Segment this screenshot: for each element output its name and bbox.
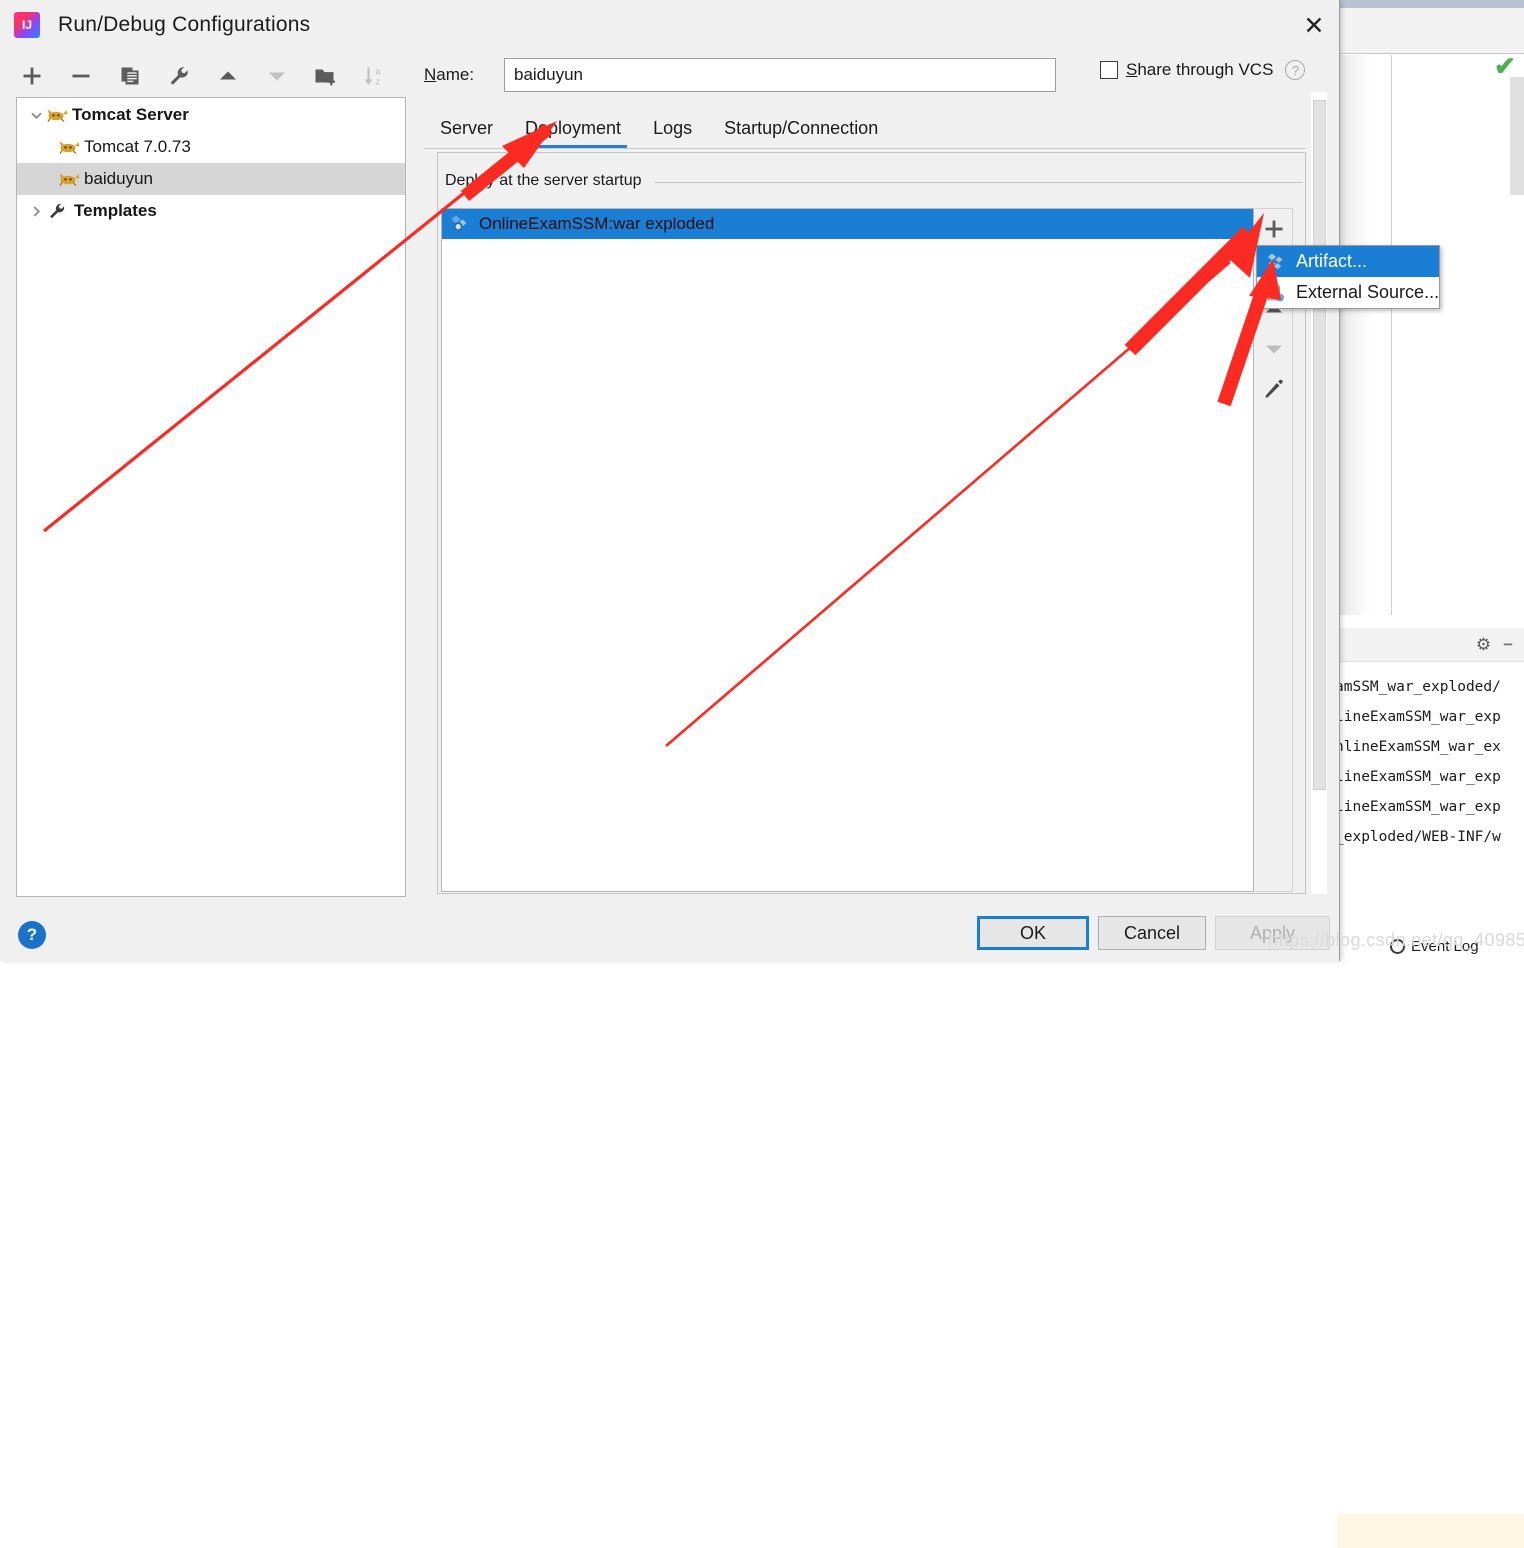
ide-scrollbar-thumb[interactable]	[1510, 77, 1524, 195]
copy-configuration-button[interactable]	[114, 60, 146, 92]
artifact-icon	[450, 214, 472, 234]
console-line: nlineExamSSM_war_ex	[1337, 732, 1524, 762]
deploy-at-startup-label: Deploy at the server startup	[440, 172, 647, 190]
ok-button[interactable]: OK	[977, 916, 1089, 950]
tabs-divider	[424, 148, 1306, 149]
ide-editor-pane-left	[1340, 55, 1392, 615]
console-line: _exploded/WEB-INF/w	[1337, 822, 1524, 852]
list-item-label: OnlineExamSSM:war exploded	[479, 214, 714, 234]
svg-text:z: z	[376, 77, 381, 87]
tree-node-label: Templates	[74, 201, 157, 221]
move-down-button[interactable]	[261, 60, 293, 92]
sort-alphabetically-button[interactable]: a z	[359, 60, 391, 92]
menu-item-external-source[interactable]: External Source...	[1257, 277, 1439, 308]
ide-console-panel: ⚙ − amSSM_war_exploded/ lineExamSSM_war_…	[1336, 628, 1524, 961]
wrench-icon	[47, 202, 69, 220]
ide-console-notice-strip	[1337, 1514, 1524, 1548]
minimize-icon[interactable]: −	[1503, 635, 1513, 655]
console-line: amSSM_war_exploded/	[1337, 672, 1524, 702]
question-mark-icon[interactable]: ?	[1285, 60, 1305, 80]
deployment-artifacts-list[interactable]: OnlineExamSSM:war exploded	[441, 208, 1254, 892]
ide-editor-pane-right	[1393, 55, 1524, 615]
share-through-vcs-row: Share through VCS ?	[1100, 60, 1305, 80]
tree-node-baiduyun[interactable]: baiduyun	[17, 163, 405, 195]
close-icon[interactable]: ✕	[1288, 0, 1340, 50]
ide-console-header: ⚙ −	[1337, 628, 1524, 662]
chevron-down-icon[interactable]	[25, 109, 47, 122]
help-button[interactable]: ?	[18, 921, 46, 949]
ide-toolbar-band	[1336, 8, 1524, 54]
tree-node-label: Tomcat 7.0.73	[84, 137, 191, 157]
run-debug-configurations-dialog: Run/Debug Configurations ✕	[0, 0, 1340, 961]
ide-console-output: amSSM_war_exploded/ lineExamSSM_war_exp …	[1337, 662, 1524, 892]
add-configuration-button[interactable]	[16, 60, 48, 92]
console-line: lineExamSSM_war_exp	[1337, 762, 1524, 792]
tree-node-tomcat-server[interactable]: Tomcat Server	[17, 99, 405, 131]
list-item[interactable]: OnlineExamSSM:war exploded	[442, 209, 1253, 239]
name-input[interactable]	[504, 58, 1056, 92]
tree-node-label: baiduyun	[84, 169, 153, 189]
deployment-side-toolbar	[1255, 208, 1293, 892]
tree-node-templates[interactable]: Templates	[17, 195, 405, 227]
cancel-button[interactable]: Cancel	[1098, 916, 1206, 950]
menu-item-label: Artifact...	[1296, 251, 1367, 272]
tab-deployment[interactable]: Deployment	[509, 118, 637, 149]
tomcat-icon	[59, 170, 80, 188]
share-through-vcs-label: Share through VCS	[1126, 60, 1273, 80]
remove-configuration-button[interactable]	[65, 60, 97, 92]
add-artifact-button[interactable]	[1255, 209, 1293, 249]
green-check-icon: ✔	[1494, 56, 1520, 78]
console-line: lineExamSSM_war_exp	[1337, 792, 1524, 822]
tab-logs[interactable]: Logs	[637, 118, 708, 149]
new-folder-button[interactable]	[310, 60, 342, 92]
move-up-button[interactable]	[212, 60, 244, 92]
tree-node-tomcat-7-0-73[interactable]: Tomcat 7.0.73	[17, 131, 405, 163]
name-row: Name:	[424, 58, 1064, 92]
configurations-toolbar: a z	[16, 56, 406, 96]
name-label: Name:	[424, 65, 504, 85]
svg-text:a: a	[376, 67, 381, 77]
tab-server[interactable]: Server	[424, 118, 509, 149]
menu-item-artifact[interactable]: Artifact...	[1257, 246, 1439, 277]
group-separator	[655, 182, 1303, 183]
add-artifact-popup-menu: Artifact... External Source...	[1256, 245, 1440, 309]
edit-templates-button[interactable]	[163, 60, 195, 92]
tree-node-label: Tomcat Server	[72, 105, 189, 125]
artifact-icon	[1265, 252, 1287, 272]
intellij-idea-icon	[14, 12, 40, 38]
dialog-titlebar: Run/Debug Configurations ✕	[0, 0, 1340, 50]
external-source-icon	[1265, 283, 1287, 303]
console-line: lineExamSSM_war_exp	[1337, 702, 1524, 732]
tab-startup-connection[interactable]: Startup/Connection	[708, 118, 894, 149]
menu-item-label: External Source...	[1296, 282, 1439, 303]
configurations-tree[interactable]: Tomcat Server Tomcat 7.0.73	[16, 97, 406, 897]
watermark-text: https://blog.csdn.net/qq_40985788	[1268, 930, 1524, 951]
chevron-right-icon[interactable]	[25, 205, 47, 218]
dialog-title: Run/Debug Configurations	[58, 13, 310, 37]
configuration-tabs: Server Deployment Logs Startup/Connectio…	[424, 105, 1306, 149]
move-item-down-button[interactable]	[1255, 329, 1293, 369]
share-through-vcs-checkbox[interactable]	[1100, 61, 1118, 79]
tomcat-icon	[59, 138, 80, 156]
edit-artifact-button[interactable]	[1255, 369, 1293, 409]
tomcat-icon	[47, 106, 68, 124]
gear-icon[interactable]: ⚙	[1476, 635, 1491, 655]
dialog-scrollbar-thumb[interactable]	[1313, 100, 1326, 790]
